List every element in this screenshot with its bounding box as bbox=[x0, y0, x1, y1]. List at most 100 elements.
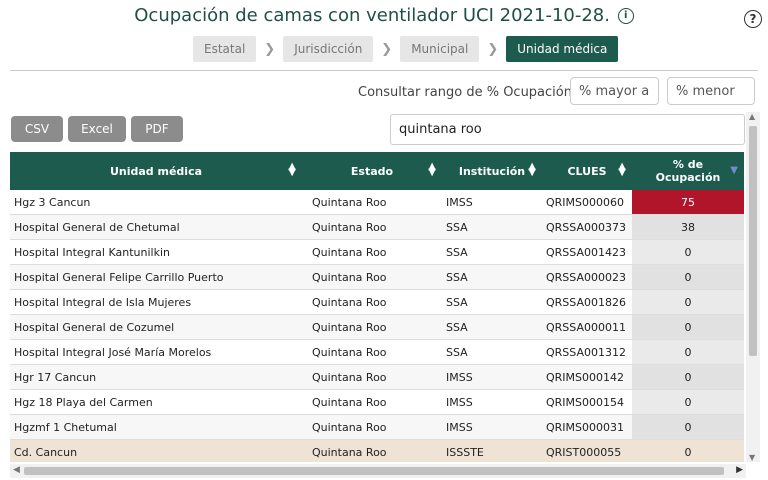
chevron-right-icon: ❯ bbox=[381, 41, 393, 57]
breadcrumb-unidad-medica[interactable]: Unidad médica bbox=[506, 36, 619, 62]
cell-unidad: Hospital Integral de Isla Mujeres bbox=[10, 289, 302, 315]
cell-institucion: SSA bbox=[442, 264, 542, 290]
table-row[interactable]: Hospital Integral José María Morelos Quin… bbox=[10, 339, 744, 365]
breadcrumb-municipal[interactable]: Municipal bbox=[400, 36, 480, 62]
cell-clues: QRSSA000011 bbox=[542, 314, 632, 340]
scroll-right-icon[interactable]: ▶ bbox=[736, 465, 743, 475]
table-row[interactable]: Hospital Integral de Isla Mujeres Quintan… bbox=[10, 289, 744, 315]
sort-icon: ▲ ▼ bbox=[428, 161, 436, 178]
cell-estado: Quintana Roo bbox=[302, 314, 442, 340]
min-percent-input[interactable]: % mayor a bbox=[570, 77, 659, 105]
table-row[interactable]: Hospital General Felipe Carrillo Puerto Q… bbox=[10, 264, 744, 290]
table-row[interactable]: Hgzmf 1 Chetumal Quintana Roo IMSS QRIMS000… bbox=[10, 414, 744, 440]
table-row[interactable]: Hgr 17 Cancun Quintana Roo IMSS QRIMS000142… bbox=[10, 364, 744, 390]
cell-ocupacion: 0 bbox=[632, 239, 744, 265]
csv-button[interactable]: CSV bbox=[11, 116, 63, 142]
sort-icon: ▲ ▼ bbox=[618, 161, 626, 178]
chevron-right-icon: ❯ bbox=[487, 41, 499, 57]
cell-institucion: IMSS bbox=[442, 414, 542, 440]
cell-estado: Quintana Roo bbox=[302, 339, 442, 365]
scroll-thumb-horizontal[interactable] bbox=[24, 467, 724, 475]
scroll-left-icon[interactable]: ◀ bbox=[13, 465, 20, 475]
cell-estado: Quintana Roo bbox=[302, 439, 442, 462]
cell-unidad: Hospital Integral José María Morelos bbox=[10, 339, 302, 365]
cell-estado: Quintana Roo bbox=[302, 190, 442, 215]
cell-unidad: Hospital General de Cozumel bbox=[10, 314, 302, 340]
max-percent-input[interactable]: % menor a bbox=[667, 77, 755, 127]
cell-unidad: Cd. Cancun bbox=[10, 439, 302, 462]
header-ocupacion[interactable]: % de Ocupación ▼ bbox=[632, 152, 744, 190]
range-label: Consultar rango de % Ocupación: bbox=[358, 85, 577, 100]
table-row[interactable]: Cd. Cancun Quintana Roo ISSSTE QRIST000055 0 bbox=[10, 439, 744, 462]
cell-institucion: SSA bbox=[442, 214, 542, 240]
cell-estado: Quintana Roo bbox=[302, 214, 442, 240]
divider bbox=[10, 70, 758, 71]
info-icon[interactable]: i bbox=[617, 8, 634, 24]
cell-clues: QRSSA001423 bbox=[542, 239, 632, 265]
pdf-button[interactable]: PDF bbox=[131, 116, 183, 142]
cell-clues: QRIMS000154 bbox=[542, 389, 632, 415]
cell-ocupacion: 0 bbox=[632, 264, 744, 290]
cell-ocupacion: 38 bbox=[632, 214, 744, 240]
table-row[interactable]: Hospital General de Chetumal Quintana Roo… bbox=[10, 214, 744, 240]
table-row[interactable]: Hospital General de Cozumel Quintana Roo S… bbox=[10, 314, 744, 340]
breadcrumb-jurisdiccion[interactable]: Jurisdicción bbox=[283, 36, 374, 62]
table-row[interactable]: Hospital Integral Kantunilkin Quintana Ro… bbox=[10, 239, 744, 265]
scroll-up-icon[interactable]: ▲ bbox=[749, 112, 755, 121]
cell-unidad: Hgr 17 Cancun bbox=[10, 364, 302, 390]
cell-clues: QRSSA001312 bbox=[542, 339, 632, 365]
cell-estado: Quintana Roo bbox=[302, 414, 442, 440]
table-row[interactable]: Hgz 3 Cancun Quintana Roo IMSS QRIMS000060 7… bbox=[10, 190, 744, 215]
table-body: Hgz 3 Cancun Quintana Roo IMSS QRIMS000060 7… bbox=[10, 190, 744, 462]
cell-unidad: Hgz 18 Playa del Carmen bbox=[10, 389, 302, 415]
header-unidad-medica[interactable]: Unidad médica ▲ ▼ bbox=[10, 152, 302, 190]
cell-ocupacion: 0 bbox=[632, 389, 744, 415]
breadcrumb: Estatal ❯ Jurisdicción ❯ Municipal ❯ Uni… bbox=[193, 36, 619, 62]
cell-institucion: SSA bbox=[442, 289, 542, 315]
header-clues[interactable]: CLUES ▲ ▼ bbox=[542, 152, 632, 190]
scroll-thumb[interactable] bbox=[749, 126, 757, 356]
cell-estado: Quintana Roo bbox=[302, 289, 442, 315]
cell-ocupacion: 0 bbox=[632, 289, 744, 315]
data-table: Unidad médica ▲ ▼ Estado ▲ ▼ Institución ▲ ▼ C… bbox=[10, 152, 744, 462]
sort-icon: ▲ ▼ bbox=[528, 161, 536, 178]
cell-estado: Quintana Roo bbox=[302, 389, 442, 415]
cell-clues: QRIMS000031 bbox=[542, 414, 632, 440]
excel-button[interactable]: Excel bbox=[68, 116, 126, 142]
chevron-right-icon: ❯ bbox=[264, 41, 276, 57]
cell-ocupacion: 75 bbox=[632, 190, 744, 215]
sort-desc-icon: ▼ bbox=[730, 165, 738, 176]
scroll-down-icon[interactable]: ▼ bbox=[749, 453, 755, 462]
vertical-scrollbar[interactable]: ▲ ▼ bbox=[746, 112, 760, 462]
header-institucion[interactable]: Institución ▲ ▼ bbox=[442, 152, 542, 190]
cell-ocupacion: 0 bbox=[632, 339, 744, 365]
horizontal-scrollbar[interactable]: ◀ ▶ bbox=[10, 464, 746, 478]
cell-clues: QRSSA001826 bbox=[542, 289, 632, 315]
cell-unidad: Hospital General de Chetumal bbox=[10, 214, 302, 240]
cell-estado: Quintana Roo bbox=[302, 264, 442, 290]
cell-clues: QRIMS000060 bbox=[542, 190, 632, 215]
help-icon[interactable]: ? bbox=[744, 10, 762, 28]
cell-unidad: Hgzmf 1 Chetumal bbox=[10, 414, 302, 440]
sort-icon: ▲ ▼ bbox=[288, 161, 296, 178]
cell-unidad: Hospital General Felipe Carrillo Puerto bbox=[10, 264, 302, 290]
cell-ocupacion: 0 bbox=[632, 364, 744, 390]
cell-institucion: SSA bbox=[442, 339, 542, 365]
cell-clues: QRSSA000023 bbox=[542, 264, 632, 290]
cell-estado: Quintana Roo bbox=[302, 239, 442, 265]
cell-unidad: Hgz 3 Cancun bbox=[10, 190, 302, 215]
cell-clues: QRIMS000142 bbox=[542, 364, 632, 390]
cell-institucion: IMSS bbox=[442, 364, 542, 390]
cell-institucion: SSA bbox=[442, 314, 542, 340]
cell-ocupacion: 0 bbox=[632, 414, 744, 440]
page-title: Ocupación de camas con ventilador UCI 20… bbox=[0, 5, 768, 26]
header-estado[interactable]: Estado ▲ ▼ bbox=[302, 152, 442, 190]
cell-institucion: ISSSTE bbox=[442, 439, 542, 462]
breadcrumb-estatal[interactable]: Estatal bbox=[193, 36, 257, 62]
search-input[interactable]: quintana roo bbox=[390, 114, 745, 145]
cell-institucion: IMSS bbox=[442, 190, 542, 215]
cell-estado: Quintana Roo bbox=[302, 364, 442, 390]
cell-clues: QRIST000055 bbox=[542, 439, 632, 462]
table-row[interactable]: Hgz 18 Playa del Carmen Quintana Roo IMSS Q… bbox=[10, 389, 744, 415]
cell-institucion: SSA bbox=[442, 239, 542, 265]
